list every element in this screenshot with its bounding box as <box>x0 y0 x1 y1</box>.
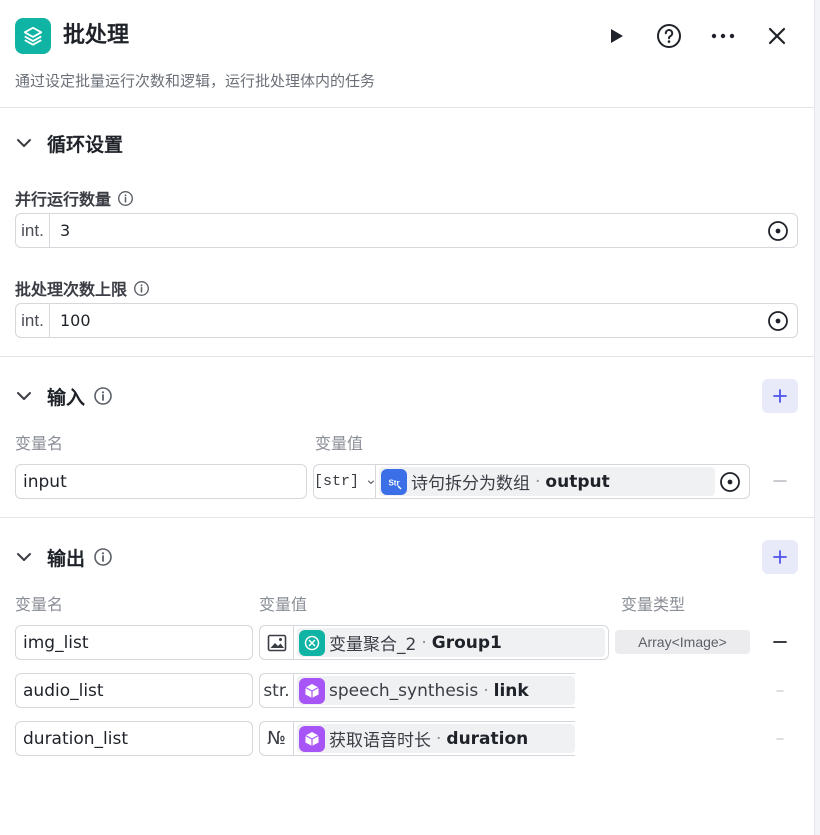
ref-separator: · <box>483 680 489 701</box>
aggregate-node-icon <box>299 629 325 656</box>
ref-field-name: link <box>493 680 529 701</box>
info-icon[interactable] <box>133 280 150 297</box>
input-col-value: 变量值 <box>315 434 364 453</box>
inputs-header[interactable]: 输入 <box>15 381 113 411</box>
info-icon[interactable] <box>117 190 134 207</box>
ref-field-name: duration <box>446 728 529 749</box>
batch-layers-icon <box>15 18 51 54</box>
panel-title: 批处理 <box>63 23 130 48</box>
add-input-button[interactable] <box>762 379 798 413</box>
loop-settings-header[interactable]: 循环设置 <box>15 128 123 158</box>
batch-limit-input[interactable]: int. 100 <box>15 303 798 338</box>
info-icon[interactable] <box>93 547 113 567</box>
int-type-prefix: int. <box>16 304 50 337</box>
panel-description: 通过设定批量运行次数和逻辑，运行批处理体内的任务 <box>15 72 376 90</box>
remove-output-button[interactable] <box>770 632 790 652</box>
output-var-value-field[interactable]: № 获取语音时长 · duration <box>259 721 575 756</box>
str-node-icon: Str <box>381 468 407 495</box>
parallel-label: 并行运行数量 <box>15 190 112 209</box>
input-col-name: 变量名 <box>15 434 64 453</box>
plus-icon <box>773 550 787 564</box>
loop-settings-title: 循环设置 <box>47 133 124 156</box>
minus-icon <box>776 690 784 692</box>
ref-node-name: 诗句拆分为数组 <box>411 474 530 494</box>
output-col-value: 变量值 <box>259 595 308 614</box>
variable-ref-chip[interactable]: 获取语音时长 · duration <box>297 724 575 753</box>
variable-ref-icon <box>720 471 741 492</box>
type-label: [str] <box>314 473 360 490</box>
type-select[interactable] <box>260 626 294 659</box>
ref-node-name: 变量聚合_2 <box>329 635 417 655</box>
batch-limit-label-row: 批处理次数上限 <box>15 276 150 300</box>
output-col-name: 变量名 <box>15 595 64 614</box>
parallel-label-row: 并行运行数量 <box>15 186 134 210</box>
divider <box>0 356 814 357</box>
output-var-name-field[interactable]: img_list <box>15 625 253 660</box>
ref-node-name: 获取语音时长 <box>329 731 431 751</box>
more-button[interactable] <box>707 20 739 52</box>
ref-field-name: output <box>545 471 610 492</box>
remove-output-button[interactable] <box>770 729 790 749</box>
ref-separator: · <box>535 471 541 492</box>
ref-separator: · <box>436 728 442 749</box>
minus-icon <box>773 641 787 643</box>
chevron-down-icon <box>368 480 374 484</box>
type-select[interactable]: [str] <box>314 465 376 498</box>
variable-ref-button[interactable] <box>763 310 793 332</box>
remove-output-button[interactable] <box>770 681 790 701</box>
ref-separator: · <box>421 632 427 653</box>
variable-ref-chip[interactable]: 变量聚合_2 · Group1 <box>297 628 605 657</box>
output-var-value-field[interactable]: str. speech_synthesis · link <box>259 673 575 708</box>
add-output-button[interactable] <box>762 540 798 574</box>
image-icon <box>267 634 286 651</box>
close-button[interactable] <box>761 20 793 52</box>
divider <box>0 517 814 518</box>
variable-ref-button[interactable] <box>715 471 745 493</box>
batch-node-panel: 批处理 通过设定批量运行次数和逻辑，运行批处理体内的任务 循环设置 并行运行数量… <box>0 0 814 835</box>
help-icon <box>657 24 681 48</box>
chevron-down-icon <box>17 553 31 561</box>
output-var-name-field[interactable]: duration_list <box>15 721 253 756</box>
plugin-cube-icon <box>299 677 325 704</box>
variable-ref-button[interactable] <box>763 220 793 242</box>
plugin-cube-icon <box>299 725 325 752</box>
ref-field-name: Group1 <box>431 632 502 653</box>
ref-node-name: speech_synthesis <box>329 680 479 701</box>
output-var-name-field[interactable]: audio_list <box>15 673 253 708</box>
batch-limit-value[interactable]: 100 <box>50 311 763 330</box>
parallel-count-input[interactable]: int. 3 <box>15 213 798 248</box>
parallel-count-value[interactable]: 3 <box>50 221 763 240</box>
panel-header: 批处理 通过设定批量运行次数和逻辑，运行批处理体内的任务 <box>0 0 814 108</box>
outputs-title: 输出 <box>47 547 86 570</box>
minus-icon <box>773 480 787 482</box>
inputs-title: 输入 <box>47 386 86 409</box>
variable-ref-icon <box>768 220 788 241</box>
close-icon <box>768 27 786 45</box>
chevron-down-icon <box>17 139 31 147</box>
variable-ref-icon <box>768 310 788 331</box>
type-label[interactable]: str. <box>260 674 294 707</box>
var-type-badge: Array<Image> <box>615 630 750 654</box>
play-icon <box>611 29 623 43</box>
minus-icon <box>776 738 784 740</box>
output-var-value-field[interactable]: 变量聚合_2 · Group1 <box>259 625 609 660</box>
help-button[interactable] <box>653 20 685 52</box>
variable-ref-chip[interactable]: Str 诗句拆分为数组 · output <box>379 467 716 496</box>
info-icon[interactable] <box>93 386 113 406</box>
type-label[interactable]: № <box>260 722 294 755</box>
remove-input-button[interactable] <box>770 471 790 491</box>
chevron-down-icon <box>17 392 31 400</box>
input-var-name-field[interactable]: input <box>15 464 307 499</box>
batch-limit-label: 批处理次数上限 <box>15 280 128 299</box>
outputs-header[interactable]: 输出 <box>15 542 113 572</box>
plus-icon <box>773 389 787 403</box>
run-button[interactable] <box>600 20 632 52</box>
canvas-edge <box>814 0 820 835</box>
more-icon <box>711 33 735 39</box>
output-col-type: 变量类型 <box>621 595 686 614</box>
variable-ref-chip[interactable]: speech_synthesis · link <box>297 676 575 705</box>
input-var-value-field[interactable]: [str] Str 诗句拆分为数组 · output <box>313 464 750 499</box>
int-type-prefix: int. <box>16 214 50 247</box>
